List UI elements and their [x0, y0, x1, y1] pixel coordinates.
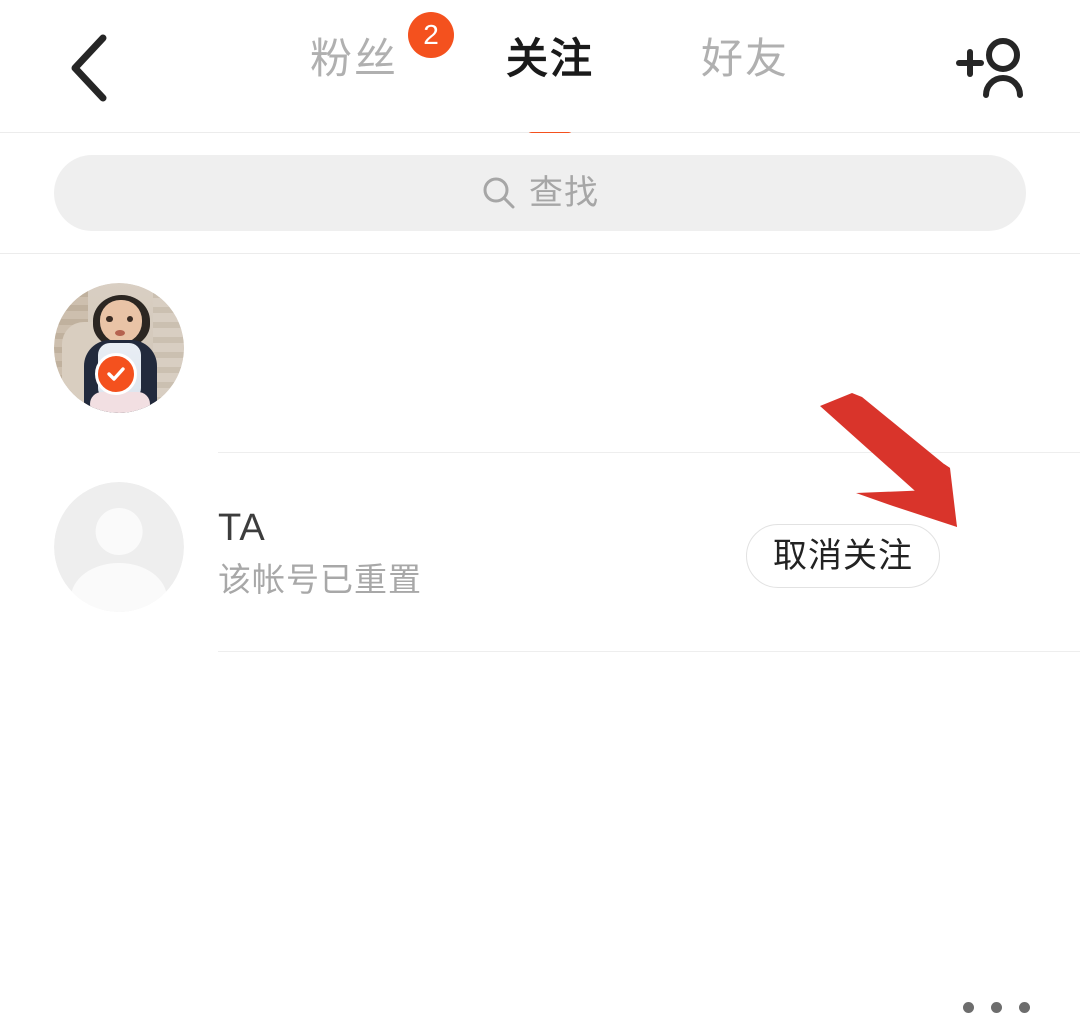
search-icon — [481, 175, 517, 211]
tab-friends-label: 好友 — [700, 35, 789, 82]
row-text: TA 该帐号已重置 — [218, 453, 422, 652]
add-user-icon — [955, 37, 1033, 99]
tab-fans-badge: 2 — [408, 12, 454, 58]
check-badge-icon — [95, 353, 137, 395]
search-placeholder: 查找 — [529, 174, 599, 212]
avatar[interactable] — [54, 482, 184, 612]
default-person-avatar-icon — [54, 482, 184, 612]
unfollow-button-label: 取消关注 — [773, 537, 913, 575]
user-list: TA 该帐号已重置 — [0, 254, 1080, 1013]
tab-following-label: 关注 — [505, 35, 594, 82]
tab-fans-label: 粉丝 — [309, 35, 398, 82]
tab-following[interactable]: 关注 — [480, 28, 620, 141]
search-section: 查找 — [0, 133, 1080, 254]
user-status-text: 该帐号已重置 — [218, 560, 422, 598]
table-row[interactable] — [0, 254, 1080, 615]
search-input[interactable]: 查找 — [54, 155, 1026, 231]
tab-fans[interactable]: 粉丝 2 — [284, 12, 454, 90]
unfollow-button[interactable]: 取消关注 — [746, 524, 940, 588]
search-inner: 查找 — [481, 175, 599, 211]
user-name: TA — [218, 506, 266, 549]
row-separator — [218, 651, 1080, 652]
back-button[interactable] — [44, 22, 136, 114]
tab-bar: 粉丝 2 关注 好友 — [250, 0, 830, 141]
more-horizontal-icon[interactable] — [963, 1002, 1030, 1013]
chevron-left-icon — [65, 32, 115, 104]
add-user-button[interactable] — [948, 22, 1040, 114]
top-navigation-bar: 粉丝 2 关注 好友 — [0, 0, 1080, 141]
tab-friends[interactable]: 好友 — [675, 28, 815, 90]
